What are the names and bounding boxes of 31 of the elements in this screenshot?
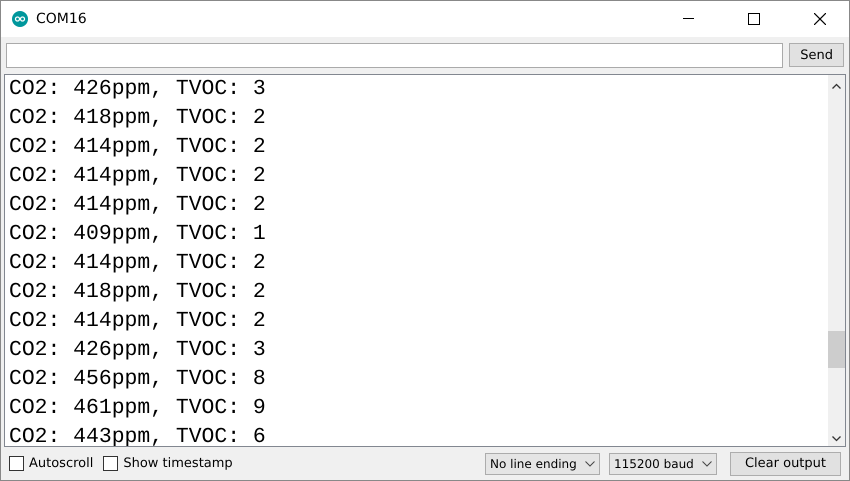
output-line: CO2: 461ppm, TVOC: 9	[9, 395, 267, 422]
checkbox-label: Autoscroll	[29, 456, 94, 471]
output-line: CO2: 456ppm, TVOC: 8	[9, 366, 267, 393]
input-field[interactable]	[6, 43, 784, 68]
output-line: CO2: 414ppm, TVOC: 2	[9, 163, 267, 190]
send-button[interactable]: Send	[789, 43, 844, 67]
checkbox[interactable]	[103, 456, 118, 471]
output-line: CO2: 409ppm, TVOC: 1	[9, 221, 267, 248]
scrollbar-thumb[interactable]	[828, 331, 845, 368]
output-line: CO2: 426ppm, TVOC: 3	[9, 337, 267, 364]
dropdown[interactable]: 115200 baud	[608, 452, 717, 474]
maximize-icon[interactable]	[748, 13, 760, 25]
minimize-icon[interactable]	[682, 18, 694, 20]
window-title: COM16	[36, 11, 88, 27]
chevron-icon	[584, 460, 595, 466]
clear-output-button[interactable]: Clear output	[730, 452, 841, 476]
checkbox[interactable]	[9, 456, 24, 471]
output-line: CO2: 414ppm, TVOC: 2	[9, 250, 267, 277]
output-line: CO2: 414ppm, TVOC: 2	[9, 308, 267, 335]
scroll-up-icon[interactable]	[832, 83, 841, 89]
dropdown[interactable]: No line ending	[484, 452, 600, 474]
scroll-down-icon[interactable]	[832, 436, 841, 442]
output-line: CO2: 414ppm, TVOC: 2	[9, 192, 267, 219]
output-line: CO2: 414ppm, TVOC: 2	[9, 134, 267, 161]
chevron-icon	[702, 460, 712, 466]
output-line: CO2: 418ppm, TVOC: 2	[9, 105, 267, 132]
app-logo-icon	[12, 11, 28, 27]
output-line: CO2: 418ppm, TVOC: 2	[9, 279, 267, 306]
close-icon[interactable]	[814, 13, 826, 25]
output-line: CO2: 426ppm, TVOC: 3	[9, 76, 267, 103]
checkbox-label: Show timestamp	[123, 456, 233, 471]
